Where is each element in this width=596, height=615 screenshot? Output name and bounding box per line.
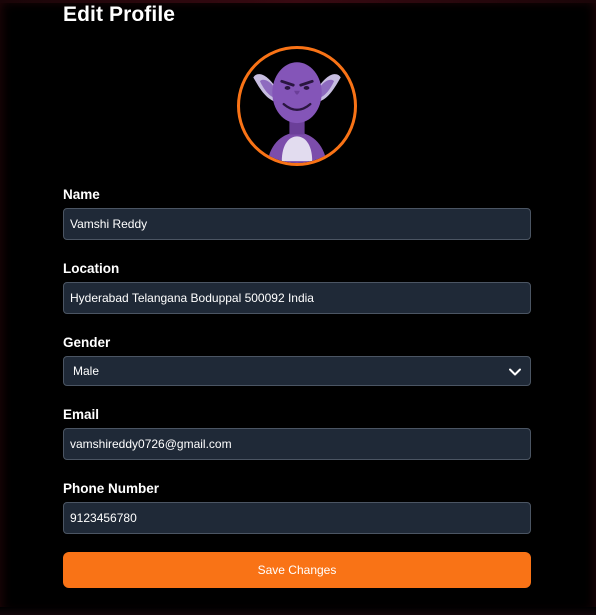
email-input[interactable]	[63, 428, 531, 460]
gender-select-value: Male	[73, 364, 100, 378]
profile-avatar[interactable]	[237, 46, 357, 166]
email-label: Email	[63, 407, 100, 422]
chevron-down-icon	[509, 368, 521, 376]
edit-profile-page: Edit Profile Name Lo	[0, 0, 596, 615]
save-changes-button[interactable]: Save Changes	[63, 552, 531, 588]
gender-label: Gender	[63, 335, 111, 350]
page-title: Edit Profile	[63, 3, 176, 26]
name-input[interactable]	[63, 208, 531, 240]
location-input[interactable]	[63, 282, 531, 314]
gender-select[interactable]: Male	[63, 356, 531, 386]
goblin-avatar-icon	[253, 62, 341, 163]
phone-input[interactable]	[63, 502, 531, 534]
location-label: Location	[63, 261, 120, 276]
phone-label: Phone Number	[63, 481, 160, 496]
name-label: Name	[63, 187, 100, 202]
